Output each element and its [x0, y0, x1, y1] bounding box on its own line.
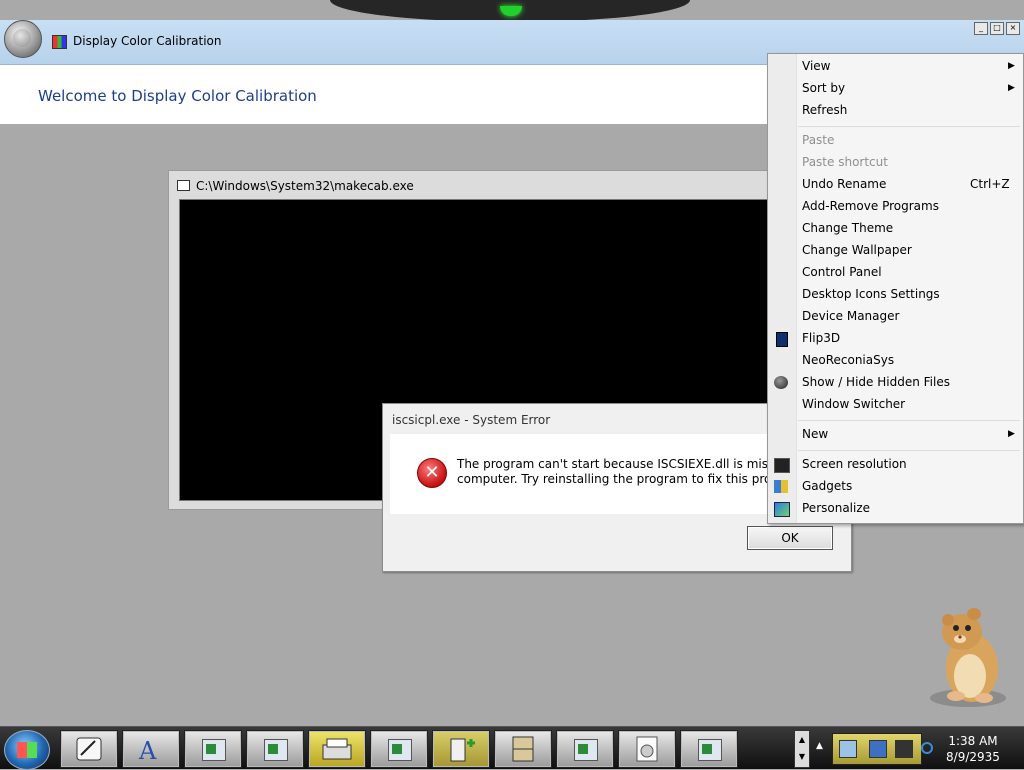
menu-separator	[798, 420, 1020, 421]
menu-item-desktop-icons-settings[interactable]: Desktop Icons Settings	[802, 287, 940, 301]
paint-icon	[76, 737, 102, 761]
menu-item-personalize[interactable]: Personalize	[802, 501, 870, 515]
window-icon	[264, 739, 288, 761]
menu-item-sort-by[interactable]: Sort by	[802, 81, 845, 95]
undo-shortcut: Ctrl+Z	[970, 177, 1010, 191]
ie-icon[interactable]	[920, 741, 934, 755]
dialog-message-line2: computer. Try reinstalling the program t…	[457, 472, 806, 486]
taskbar-button-fonts[interactable]: A	[122, 730, 180, 768]
dialog-title: iscsicpl.exe - System Error	[392, 413, 551, 427]
system-tray	[832, 733, 922, 765]
menu-item-paste[interactable]: Paste	[802, 133, 834, 147]
taskbar-button-window[interactable]	[556, 730, 614, 768]
menu-item-neoreconiasys[interactable]: NeoReconiaSys	[802, 353, 894, 367]
ok-button[interactable]: OK	[747, 526, 833, 550]
menu-item-change-theme[interactable]: Change Theme	[802, 221, 893, 235]
taskbar-button-disc[interactable]	[618, 730, 676, 768]
window-icon	[574, 739, 598, 761]
window-controls: _ □ ×	[974, 22, 1020, 35]
tray-app-icon[interactable]	[839, 740, 857, 758]
window-icon	[388, 739, 412, 761]
taskbar-button-window[interactable]	[246, 730, 304, 768]
hidden-files-icon	[774, 376, 788, 389]
show-hidden-icons-button[interactable]: ▲	[816, 741, 823, 751]
maximize-button[interactable]: □	[990, 22, 1004, 35]
printer-icon	[322, 738, 352, 760]
taskbar-button-window[interactable]	[370, 730, 428, 768]
display-icon[interactable]	[895, 740, 913, 758]
add-file-icon	[450, 738, 475, 762]
menu-item-device-manager[interactable]: Device Manager	[802, 309, 899, 323]
error-icon: ✕	[417, 458, 447, 488]
close-button[interactable]: ×	[1006, 22, 1020, 35]
menu-item-window-switcher[interactable]: Window Switcher	[802, 397, 905, 411]
context-menu: View ▶ Sort by ▶ Refresh Paste Paste sho…	[767, 53, 1024, 524]
menu-item-refresh[interactable]: Refresh	[802, 103, 847, 117]
network-icon[interactable]	[869, 740, 887, 758]
font-icon: A	[138, 737, 157, 765]
taskbar-button-window[interactable]	[184, 730, 242, 768]
disc-icon	[636, 736, 658, 762]
menu-item-paste-shortcut[interactable]: Paste shortcut	[802, 155, 888, 169]
color-calibration-icon	[52, 35, 67, 49]
taskbar-button-add-file[interactable]	[432, 730, 490, 768]
menu-item-change-wallpaper[interactable]: Change Wallpaper	[802, 243, 912, 257]
menu-item-control-panel[interactable]: Control Panel	[802, 265, 882, 279]
window-icon	[202, 739, 226, 761]
taskbar-button-printer[interactable]	[308, 730, 366, 768]
menu-item-show-hide-hidden-files[interactable]: Show / Hide Hidden Files	[802, 375, 950, 389]
submenu-arrow-icon: ▶	[1008, 429, 1015, 439]
menu-separator	[798, 450, 1020, 451]
clock-date[interactable]: 8/9/2935	[944, 750, 1002, 764]
monitor-icon	[774, 458, 790, 473]
svg-text:A: A	[138, 737, 157, 765]
submenu-arrow-icon: ▶	[1008, 83, 1015, 93]
menu-item-new[interactable]: New	[802, 427, 828, 441]
personalize-icon	[774, 502, 790, 517]
window-icon	[698, 739, 722, 761]
menu-item-undo-rename[interactable]: Undo Rename	[802, 177, 886, 191]
taskbar-button-paint[interactable]	[60, 730, 118, 768]
back-arrow-icon	[13, 29, 31, 47]
minimize-button[interactable]: _	[974, 22, 988, 35]
submenu-arrow-icon: ▶	[1008, 61, 1015, 71]
console-title: C:\Windows\System32\makecab.exe	[196, 179, 414, 193]
menu-item-gadgets[interactable]: Gadgets	[802, 479, 852, 493]
taskbar-scroll[interactable]: ▲ ▼	[794, 730, 810, 768]
menu-item-add-remove-programs[interactable]: Add-Remove Programs	[802, 199, 939, 213]
hamster-mascot-icon	[930, 608, 1006, 707]
window-title: Display Color Calibration	[73, 34, 222, 48]
page-heading: Welcome to Display Color Calibration	[38, 87, 317, 105]
cabinet-icon	[512, 736, 534, 762]
start-button[interactable]	[4, 730, 50, 770]
taskbar-button-window[interactable]	[680, 730, 738, 768]
menu-item-view[interactable]: View	[802, 59, 830, 73]
clock-time[interactable]: 1:38 AM	[944, 734, 1002, 748]
menu-separator	[798, 126, 1020, 127]
gadgets-icon	[774, 480, 788, 493]
menu-item-screen-resolution[interactable]: Screen resolution	[802, 457, 907, 471]
windows-logo-icon	[17, 742, 37, 758]
console-title-bar: C:\Windows\System32\makecab.exe	[177, 179, 414, 193]
menu-item-flip3d[interactable]: Flip3D	[802, 331, 840, 345]
back-button[interactable]	[4, 20, 42, 58]
flip3d-icon	[776, 332, 788, 347]
taskbar: A ▲ ▼ ▲ 1:38 AM 8/9/2935	[0, 726, 1024, 770]
taskbar-button-cabinet[interactable]	[494, 730, 552, 768]
console-icon	[177, 180, 190, 191]
menu-icon-column	[768, 54, 797, 523]
